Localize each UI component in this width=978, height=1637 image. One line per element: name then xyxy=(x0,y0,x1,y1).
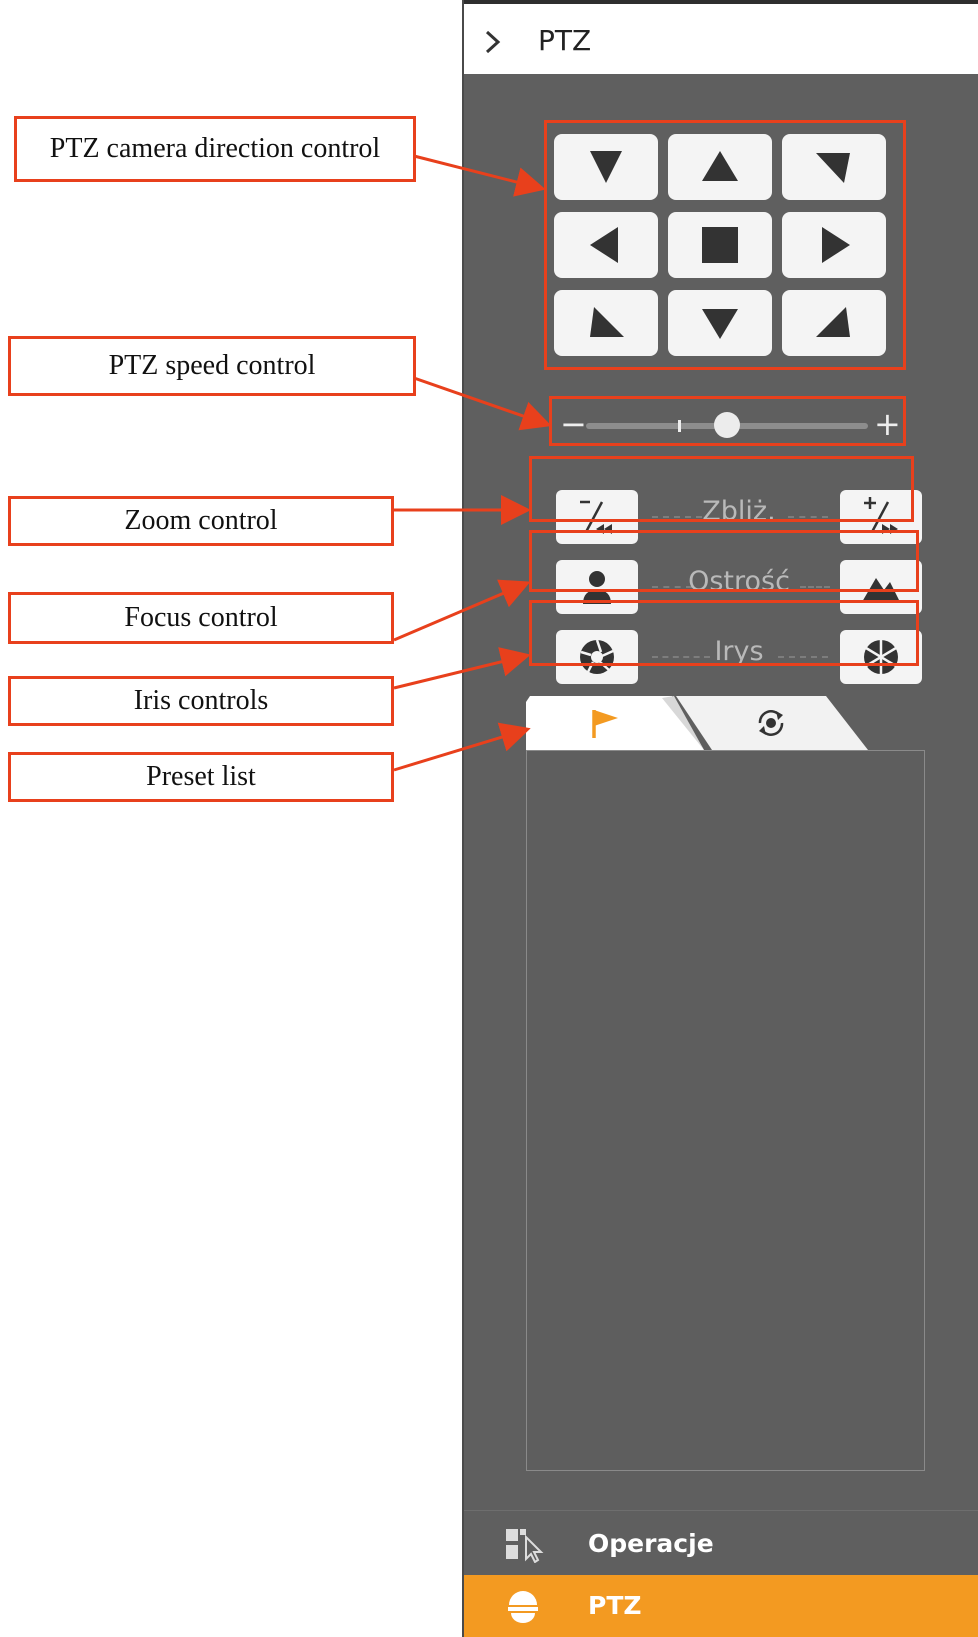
callout-zoom: Zoom control xyxy=(8,496,394,546)
focus-highlight xyxy=(529,530,919,592)
callout-iris: Iris controls xyxy=(8,676,394,726)
direction-highlight xyxy=(544,120,906,370)
rotate-icon xyxy=(758,710,784,736)
panel-title: PTZ xyxy=(538,24,592,57)
panel-header: PTZ xyxy=(464,0,978,74)
cursor-grid-icon xyxy=(506,1529,544,1563)
flag-icon xyxy=(592,710,618,738)
nav-ptz[interactable]: PTZ xyxy=(464,1575,978,1637)
chevron-right-icon[interactable] xyxy=(482,28,504,56)
iris-highlight xyxy=(529,600,919,666)
nav-operations-label: Operacje xyxy=(588,1529,714,1558)
tab-shapes xyxy=(526,696,868,750)
preset-list[interactable] xyxy=(526,750,925,1471)
nav-operations[interactable]: Operacje xyxy=(464,1510,978,1577)
callout-focus: Focus control xyxy=(8,592,394,644)
callout-speed: PTZ speed control xyxy=(8,336,416,396)
speed-highlight xyxy=(549,396,906,446)
nav-ptz-label: PTZ xyxy=(588,1591,642,1620)
dome-camera-icon xyxy=(508,1591,538,1623)
callout-direction: PTZ camera direction control xyxy=(14,116,416,182)
callout-preset: Preset list xyxy=(8,752,394,802)
preset-tabs xyxy=(526,692,926,752)
zoom-highlight xyxy=(529,456,914,522)
